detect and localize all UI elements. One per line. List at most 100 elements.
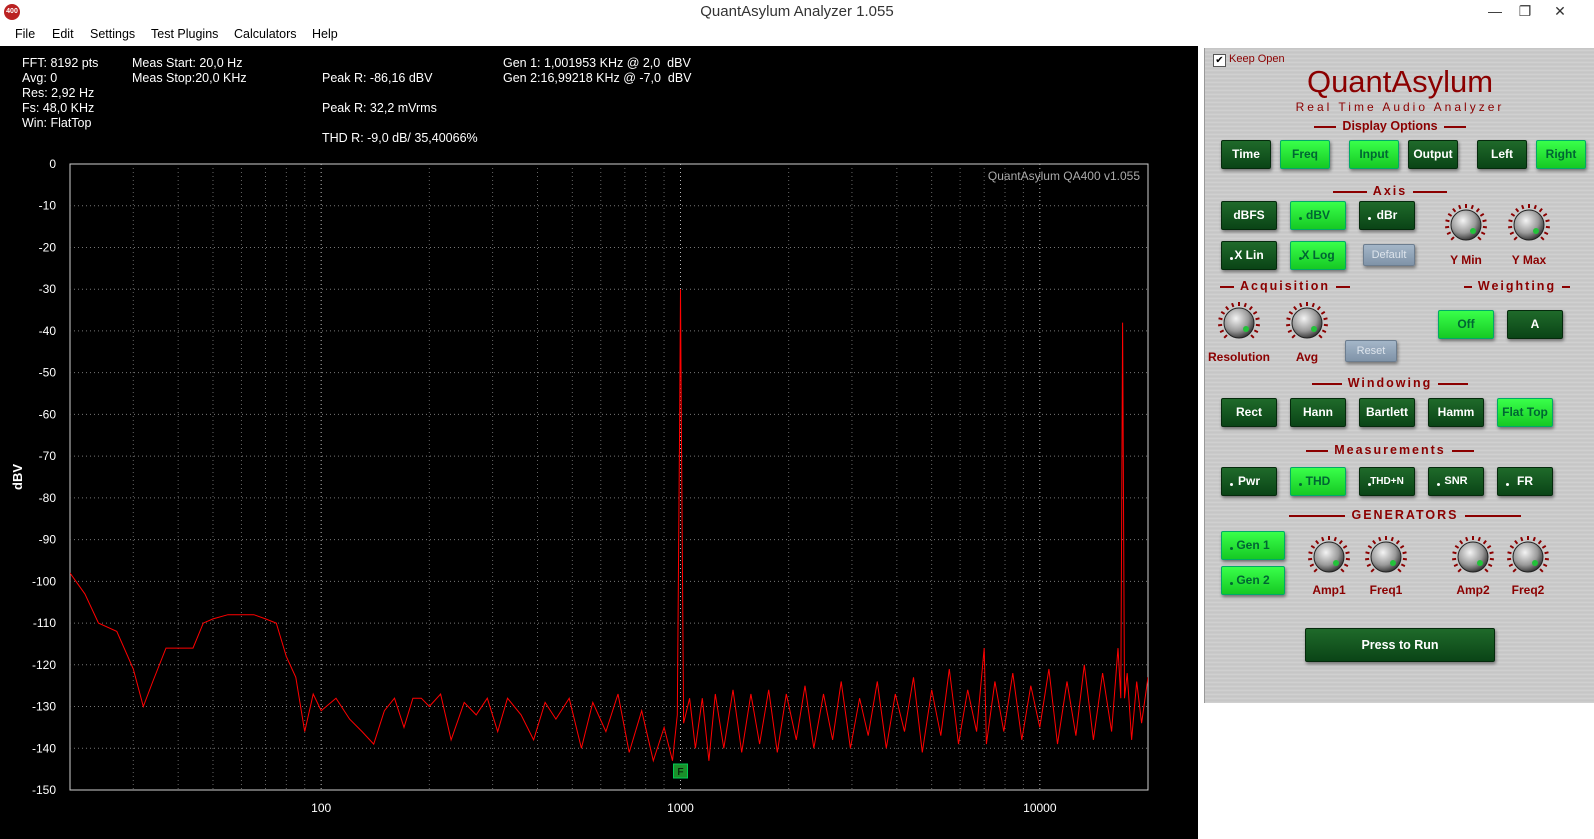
meas-thd-button[interactable]: THD <box>1290 467 1346 496</box>
section-acquisition-title: Acquisition <box>1239 279 1331 293</box>
freq2-knob[interactable] <box>1506 535 1550 579</box>
y-tick-label: -140 <box>32 741 56 755</box>
y-tick-label: 0 <box>49 157 56 171</box>
y-max-label: Y Max <box>1511 253 1547 267</box>
y-tick-label: -50 <box>39 366 57 380</box>
gen2-button[interactable]: Gen 2 <box>1221 566 1285 595</box>
window-hamm-button[interactable]: Hamm <box>1428 398 1484 427</box>
y-tick-label: -40 <box>39 324 57 338</box>
window-hann-button[interactable]: Hann <box>1290 398 1346 427</box>
window-rect-button[interactable]: Rect <box>1221 398 1277 427</box>
menu-help[interactable]: Help <box>312 27 338 41</box>
meas-thd-label: THD <box>1305 474 1331 488</box>
output-button[interactable]: Output <box>1408 140 1458 169</box>
axis-default-button[interactable]: Default <box>1363 244 1415 266</box>
meas-pwr-label: Pwr <box>1237 474 1260 488</box>
y-tick-label: -60 <box>39 407 57 421</box>
section-measurements: Measurements <box>1275 443 1505 457</box>
menu-settings[interactable]: Settings <box>90 27 135 41</box>
weighting-a-button[interactable]: A <box>1507 310 1563 339</box>
section-windowing: Windowing <box>1275 376 1505 390</box>
window-title: QuantAsylum Analyzer 1.055 <box>700 3 894 20</box>
x-lin-button-label: X Lin <box>1234 248 1264 262</box>
close-button[interactable]: ✕ <box>1545 0 1575 22</box>
right-channel-button[interactable]: Right <box>1536 140 1586 169</box>
meas-snr-button[interactable]: SNR <box>1428 467 1484 496</box>
dbr-button[interactable]: dBr <box>1359 201 1415 230</box>
control-panel: ✔ Keep Open QuantAsylum Real Time Audio … <box>1204 48 1594 703</box>
gen1-button[interactable]: Gen 1 <box>1221 531 1285 560</box>
spectrum-plot-area: FFT: 8192 pts Avg: 0 Res: 2,92 Hz Fs: 48… <box>0 46 1198 839</box>
y-tick-label: -120 <box>32 658 56 672</box>
y-tick-label: -110 <box>33 616 56 630</box>
gen2-label: Gen 2 <box>1236 573 1270 587</box>
y-min-knob[interactable] <box>1444 203 1488 247</box>
meas-fr-button[interactable]: FR <box>1497 467 1553 496</box>
brand-tagline: Real Time Audio Analyzer <box>1295 100 1505 114</box>
resolution-knob[interactable] <box>1217 301 1261 345</box>
amp2-knob[interactable] <box>1451 535 1495 579</box>
section-measurements-title: Measurements <box>1334 443 1446 457</box>
time-button[interactable]: Time <box>1221 140 1271 169</box>
plot-frame <box>69 163 1149 791</box>
freq1-label: Freq1 <box>1369 583 1403 597</box>
y-tick-label: -90 <box>39 533 57 547</box>
acquisition-reset-button[interactable]: Reset <box>1345 340 1397 362</box>
y-tick-label: -130 <box>32 700 56 714</box>
spectrum-chart[interactable]: 0 -10 -20 -30 -40 -50 -60 -70 -80 -90 -100 -110 -120… <box>0 46 1198 839</box>
title-bar: 400 QuantAsylum Analyzer 1.055 — ❐ ✕ <box>0 0 1594 24</box>
section-display-options: Display Options <box>1295 119 1485 133</box>
menu-edit[interactable]: Edit <box>52 27 74 41</box>
gen1-label: Gen 1 <box>1236 538 1270 552</box>
window-bartlett-button[interactable]: Bartlett <box>1359 398 1415 427</box>
x-tick-label: 1000 <box>667 801 694 815</box>
section-axis-title: Axis <box>1372 184 1408 198</box>
frequency-marker-label: F <box>677 767 683 778</box>
weighting-off-button[interactable]: Off <box>1438 310 1494 339</box>
menu-bar: File Edit Settings Test Plugins Calculat… <box>0 24 1594 46</box>
x-log-button-label: X Log <box>1301 248 1335 262</box>
dbfs-button[interactable]: dBFS <box>1221 201 1277 230</box>
freq-button[interactable]: Freq <box>1280 140 1330 169</box>
meas-pwr-button[interactable]: Pwr <box>1221 467 1277 496</box>
avg-label: Avg <box>1295 350 1319 364</box>
section-weighting: Weighting <box>1437 279 1594 293</box>
freq1-knob[interactable] <box>1364 535 1408 579</box>
window-flat-top-button[interactable]: Flat Top <box>1497 398 1553 427</box>
x-tick-label: 10000 <box>1023 801 1057 815</box>
menu-calculators[interactable]: Calculators <box>234 27 297 41</box>
press-to-run-button[interactable]: Press to Run <box>1305 628 1495 662</box>
chart-watermark: QuantAsylum QA400 v1.055 <box>988 169 1140 183</box>
section-generators: GENERATORS <box>1255 508 1555 522</box>
meas-thd-n-button[interactable]: THD+N <box>1359 467 1415 496</box>
section-generators-title: GENERATORS <box>1351 508 1459 522</box>
meas-snr-label: SNR <box>1444 475 1468 487</box>
y-tick-label: -100 <box>32 574 56 588</box>
freq2-label: Freq2 <box>1511 583 1545 597</box>
section-weighting-title: Weighting <box>1477 279 1557 293</box>
y-tick-label: -10 <box>39 199 57 213</box>
dbr-button-label: dBr <box>1376 208 1398 222</box>
section-axis: Axis <box>1315 184 1465 198</box>
y-tick-label: -150 <box>32 783 56 797</box>
dbv-button[interactable]: dBV <box>1290 201 1346 230</box>
x-tick-label: 100 <box>311 801 331 815</box>
y-max-knob[interactable] <box>1507 203 1551 247</box>
section-windowing-title: Windowing <box>1347 376 1433 390</box>
input-button[interactable]: Input <box>1349 140 1399 169</box>
menu-test-plugins[interactable]: Test Plugins <box>151 27 218 41</box>
minimize-button[interactable]: — <box>1480 0 1510 22</box>
section-display-options-title: Display Options <box>1342 119 1438 133</box>
amp1-knob[interactable] <box>1307 535 1351 579</box>
y-tick-label: -30 <box>39 282 57 296</box>
left-channel-button[interactable]: Left <box>1477 140 1527 169</box>
x-log-button[interactable]: X Log <box>1290 241 1346 270</box>
section-acquisition: Acquisition <box>1205 279 1365 293</box>
restore-button[interactable]: ❐ <box>1510 0 1540 22</box>
meas-thd-n-label: THD+N <box>1370 476 1404 487</box>
menu-file[interactable]: File <box>15 27 35 41</box>
spectrum-trace <box>70 289 1148 763</box>
x-lin-button[interactable]: X Lin <box>1221 241 1277 270</box>
avg-knob[interactable] <box>1285 301 1329 345</box>
y-tick-label: -80 <box>39 491 57 505</box>
